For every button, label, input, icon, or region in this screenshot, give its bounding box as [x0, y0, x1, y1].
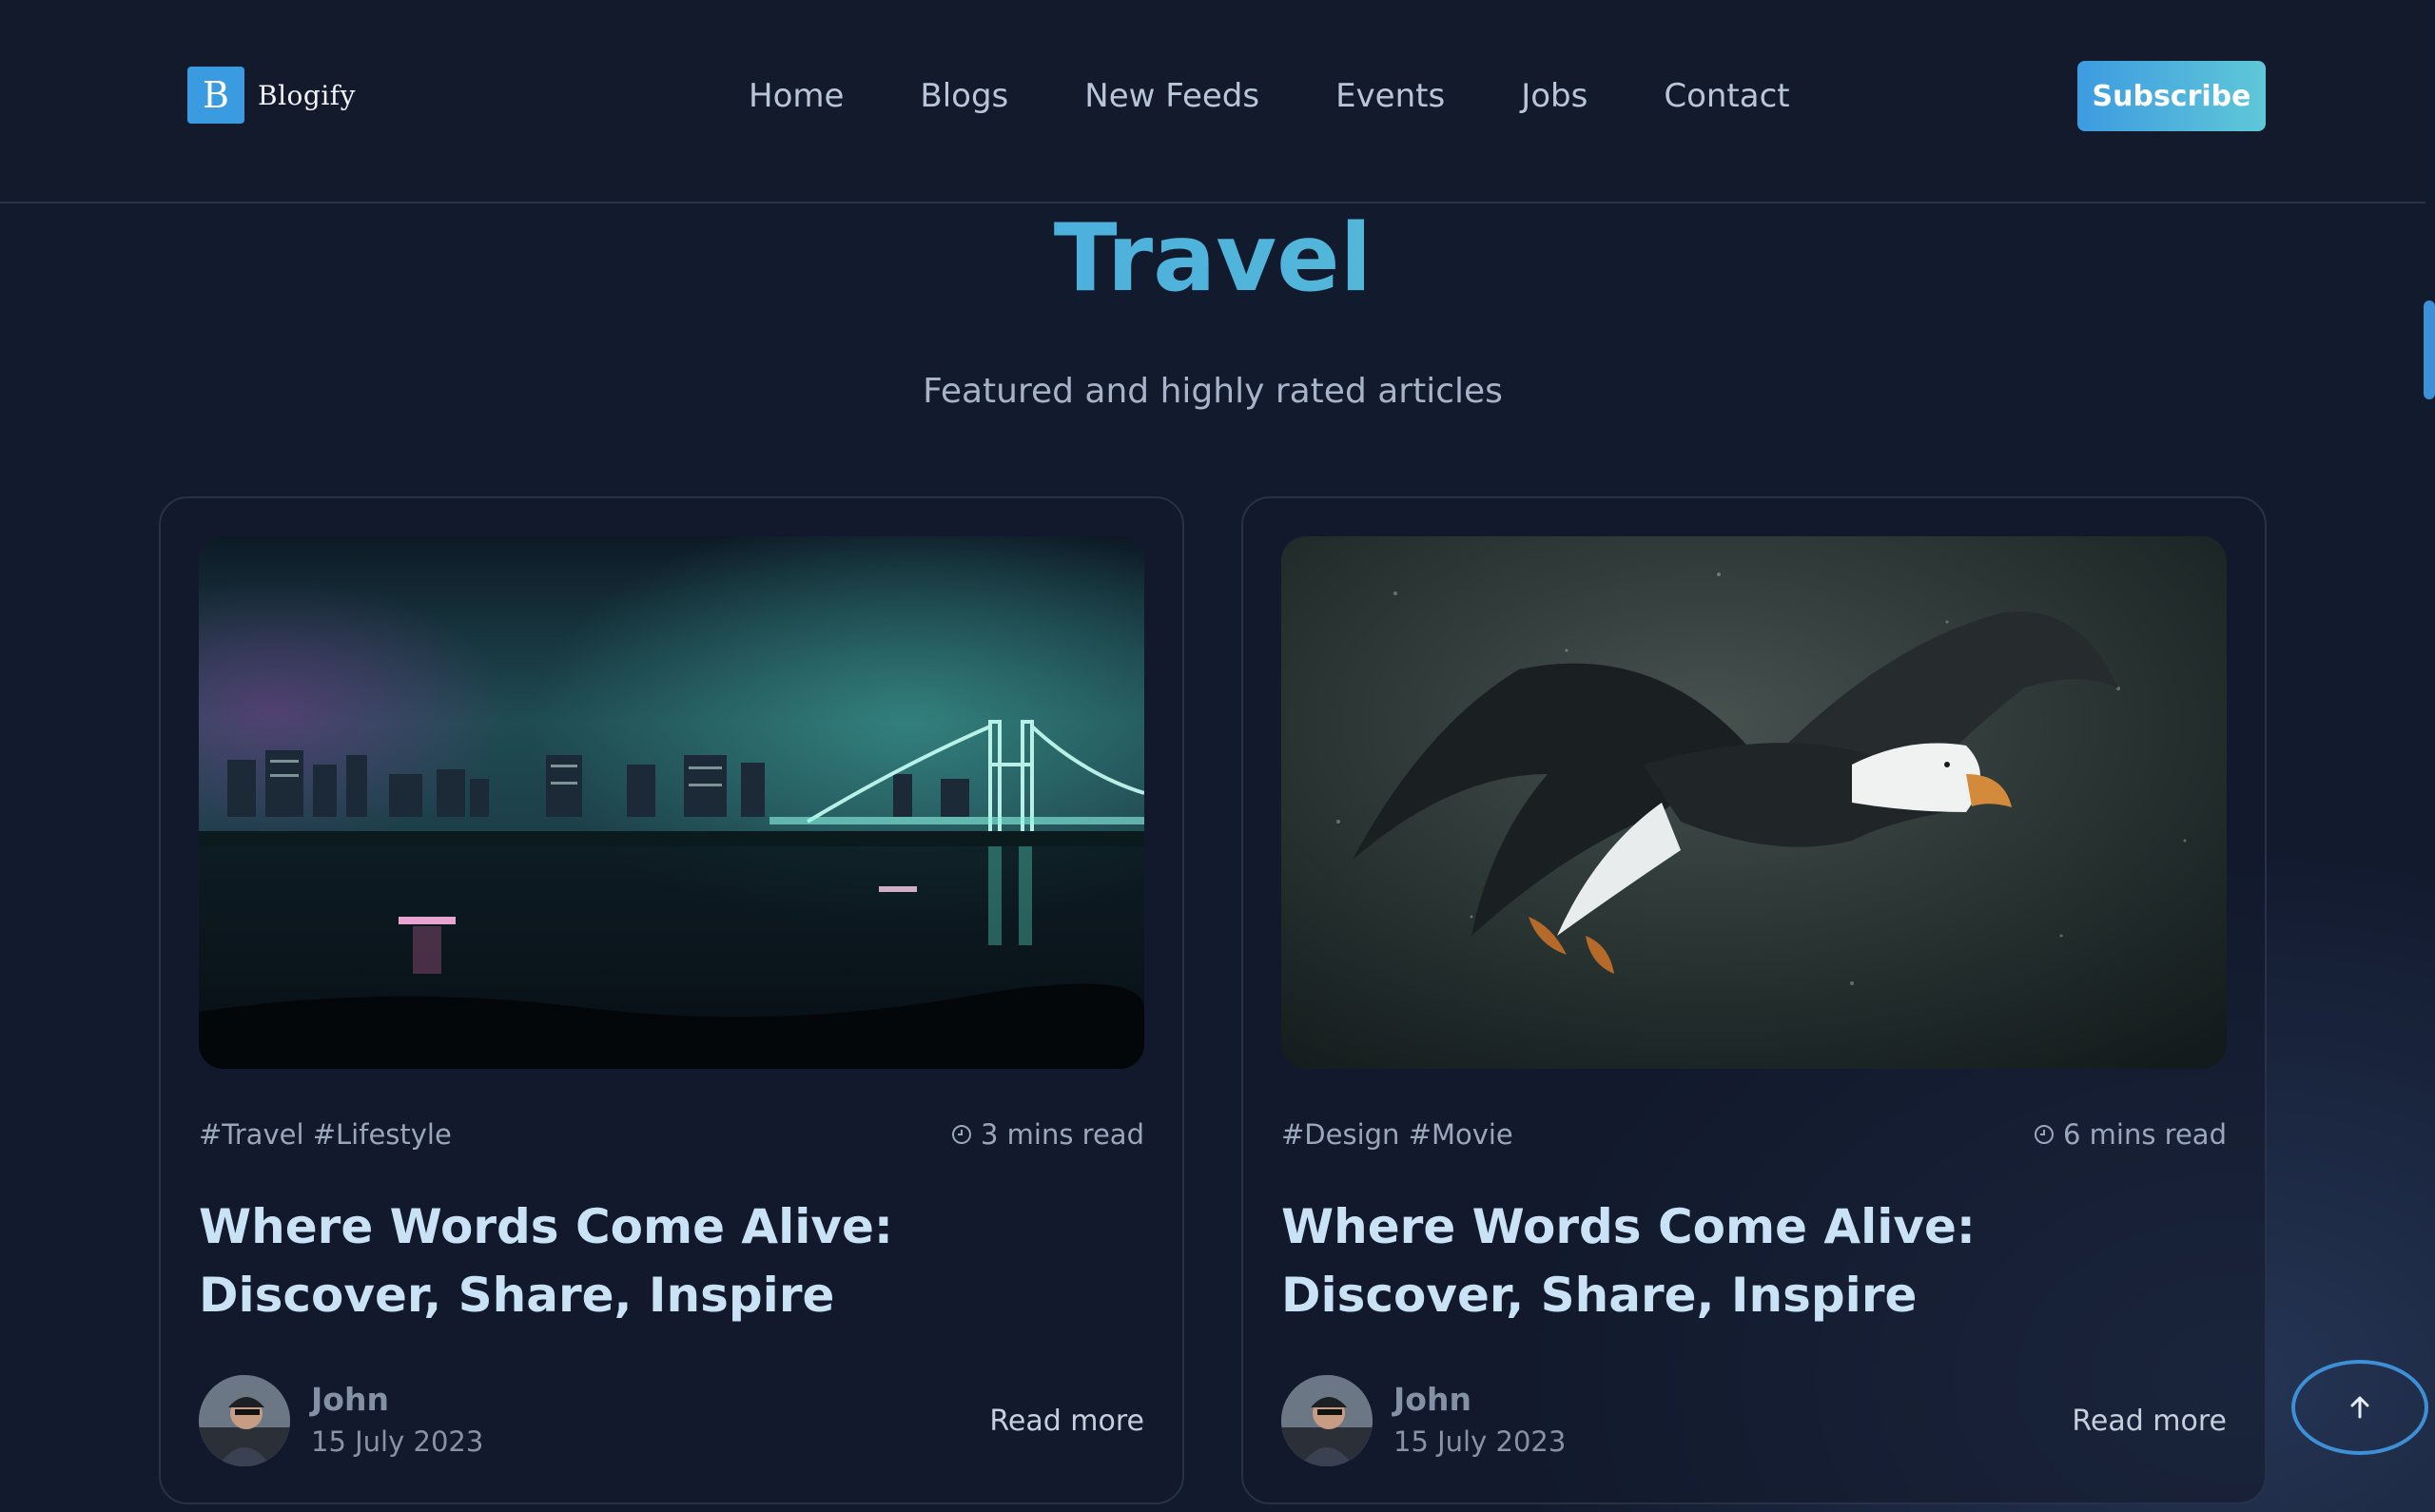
nav-new-feeds[interactable]: New Feeds [1084, 70, 1259, 122]
read-time: 3 mins read [950, 1115, 1144, 1154]
avatar-image [199, 1375, 290, 1466]
arrow-up-icon [2350, 1396, 2369, 1419]
read-more-label: Read more [989, 1404, 1144, 1438]
author-block: John 15 July 2023 [1281, 1375, 1566, 1466]
article-image-eagle[interactable] [1281, 536, 2227, 1069]
avatar [1281, 1375, 1373, 1466]
night-city-image [199, 536, 1144, 1069]
nav-events[interactable]: Events [1335, 70, 1445, 122]
article-title[interactable]: Where Words Come Alive: Discover, Share,… [1281, 1192, 2137, 1329]
article-card: #Design #Movie 6 mins read Where Words C… [1241, 496, 2267, 1504]
article-title[interactable]: Where Words Come Alive: Discover, Share,… [199, 1192, 1055, 1329]
article-tags: #Design #Movie [1281, 1118, 1513, 1151]
site-header: B Blogify Home Blogs New Feeds Events Jo… [0, 0, 2425, 204]
author-name[interactable]: John [1393, 1379, 1566, 1421]
nav-blogs[interactable]: Blogs [920, 70, 1008, 122]
article-card: #Travel #Lifestyle 3 mins read Where Wor… [159, 496, 1184, 1504]
nav-jobs[interactable]: Jobs [1521, 70, 1588, 122]
read-more-label: Read more [2072, 1404, 2227, 1438]
read-time-text: 6 mins read [2063, 1118, 2227, 1151]
eagle-image [1281, 536, 2227, 1069]
scroll-to-top-button[interactable] [2291, 1360, 2428, 1455]
page-subtitle: Featured and highly rated articles [923, 372, 1503, 411]
avatar [199, 1375, 290, 1466]
read-time: 6 mins read [2033, 1115, 2227, 1154]
publish-date: 15 July 2023 [1393, 1425, 1567, 1458]
article-image-night-city[interactable] [199, 536, 1144, 1069]
author-block: John 15 July 2023 [199, 1375, 483, 1466]
logo-mark: B [187, 67, 244, 124]
clock-icon [2035, 1125, 2054, 1144]
read-more-button[interactable]: Read more [2034, 1375, 2227, 1466]
clock-icon [952, 1125, 971, 1144]
author-name[interactable]: John [311, 1379, 483, 1421]
main-nav: Home Blogs New Feeds Events Jobs Contact [749, 70, 1866, 122]
page-title: Travel [0, 202, 2425, 316]
read-more-button[interactable]: Read more [951, 1375, 1144, 1466]
avatar-image [1281, 1375, 1373, 1466]
nav-contact[interactable]: Contact [1664, 70, 1789, 122]
subscribe-button[interactable]: Subscribe [2077, 61, 2266, 131]
logo-text: Blogify [258, 79, 356, 111]
read-time-text: 3 mins read [981, 1118, 1144, 1151]
publish-date: 15 July 2023 [311, 1425, 484, 1458]
article-tags: #Travel #Lifestyle [199, 1118, 452, 1151]
logo[interactable]: B Blogify [187, 67, 356, 124]
nav-home[interactable]: Home [749, 70, 844, 122]
